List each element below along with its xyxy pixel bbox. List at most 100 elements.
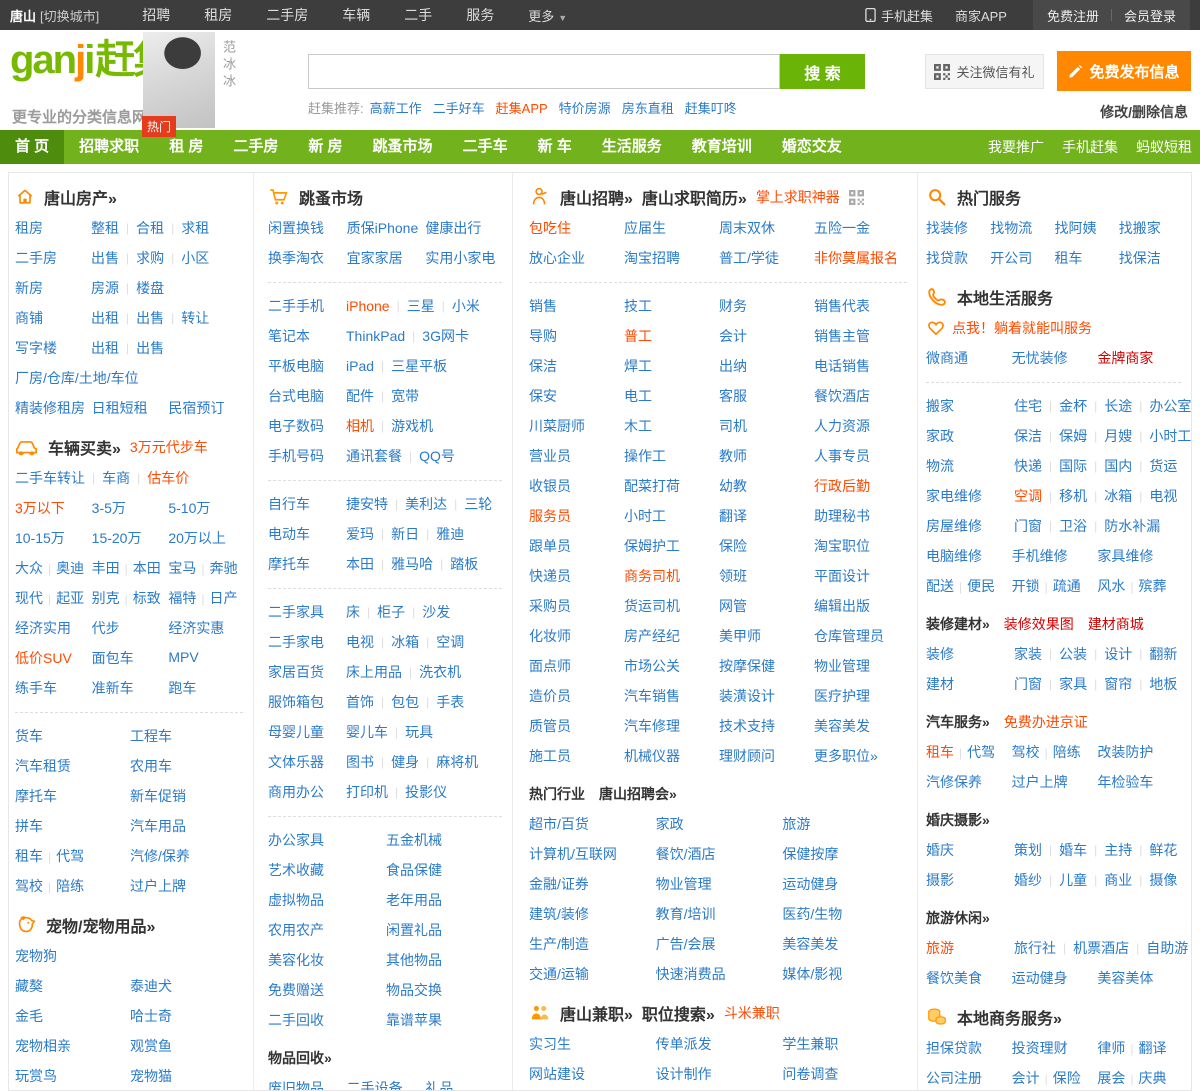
link[interactable]: 小时工 bbox=[1149, 426, 1191, 446]
link[interactable]: 美利达 bbox=[405, 494, 447, 514]
category-link[interactable]: 摩托车 bbox=[268, 554, 346, 574]
link[interactable]: 麻将机 bbox=[436, 752, 478, 772]
category-link[interactable]: 笔记本 bbox=[268, 326, 346, 346]
link[interactable]: 问卷调查 bbox=[782, 1066, 838, 1082]
link[interactable]: 地板 bbox=[1149, 674, 1177, 694]
link[interactable]: 美容美发 bbox=[782, 936, 838, 952]
link[interactable]: 代步 bbox=[92, 620, 120, 636]
link[interactable]: 长途 bbox=[1104, 396, 1132, 416]
link[interactable]: 物业管理 bbox=[814, 658, 870, 674]
link[interactable]: 代驾 bbox=[56, 848, 84, 864]
link[interactable]: 摩托车 bbox=[15, 788, 57, 804]
link[interactable]: 客服 bbox=[719, 388, 747, 404]
link[interactable]: 婚纱 bbox=[1014, 870, 1042, 890]
link[interactable]: 电脑维修 bbox=[926, 548, 982, 564]
section-title-link[interactable]: 婚庆摄影» bbox=[926, 810, 990, 830]
link[interactable]: 奥迪 bbox=[56, 560, 84, 576]
category-link[interactable]: 商铺 bbox=[15, 308, 91, 328]
section-title-link[interactable]: 装修效果图 bbox=[1004, 614, 1074, 634]
link[interactable]: 旅行社 bbox=[1014, 938, 1056, 958]
recommend-link[interactable]: 赶集叮咚 bbox=[685, 101, 737, 116]
link[interactable]: 办公室 bbox=[1149, 396, 1191, 416]
link[interactable]: 点我！躺着就能叫服务 bbox=[952, 318, 1092, 338]
link[interactable]: 宽带 bbox=[391, 386, 419, 406]
link[interactable]: 五险一金 bbox=[814, 220, 870, 236]
link[interactable]: 焊工 bbox=[624, 358, 652, 374]
link[interactable]: 幼教 bbox=[719, 478, 747, 494]
link[interactable]: 出租 bbox=[91, 338, 119, 358]
link[interactable]: 金牌商家 bbox=[1097, 350, 1153, 366]
link[interactable]: 二手设备 bbox=[347, 1080, 403, 1090]
link[interactable]: 小区 bbox=[181, 248, 209, 268]
section-title-link[interactable]: 跳蚤市场 bbox=[299, 185, 363, 209]
category-link[interactable]: 建材 bbox=[926, 674, 1014, 694]
link[interactable]: 收银员 bbox=[529, 478, 571, 494]
wechat-follow-button[interactable]: 关注微信有礼 bbox=[925, 54, 1044, 89]
link[interactable]: 汽修保养 bbox=[926, 774, 982, 790]
link[interactable]: 保洁 bbox=[1014, 426, 1042, 446]
link[interactable]: 策划 bbox=[1014, 840, 1042, 860]
link[interactable]: 周末双休 bbox=[719, 220, 775, 236]
section-title-link[interactable]: 唐山求职简历» bbox=[642, 185, 747, 209]
link[interactable]: iPad bbox=[346, 358, 374, 374]
link[interactable]: 网管 bbox=[719, 598, 747, 614]
link[interactable]: 川菜厨师 bbox=[529, 418, 585, 434]
link[interactable]: 普工 bbox=[624, 328, 652, 344]
link[interactable]: 餐饮酒店 bbox=[814, 388, 870, 404]
category-link[interactable]: 二手手机 bbox=[268, 296, 346, 316]
link[interactable]: 新日 bbox=[391, 524, 419, 544]
link[interactable]: 3G网卡 bbox=[422, 326, 469, 346]
link[interactable]: 藏獒 bbox=[15, 978, 43, 994]
link[interactable]: 领班 bbox=[719, 568, 747, 584]
section-title-link[interactable]: 热门服务 bbox=[957, 185, 1021, 209]
link[interactable]: 踏板 bbox=[450, 554, 478, 574]
link[interactable]: 手表 bbox=[436, 692, 464, 712]
link[interactable]: 汽修/保养 bbox=[130, 848, 190, 864]
link[interactable]: 销售 bbox=[529, 298, 557, 314]
topbar-menu-item[interactable]: 车辆 bbox=[342, 7, 370, 23]
section-title-link[interactable]: 汽车服务» bbox=[926, 712, 990, 732]
link[interactable]: 驾校 bbox=[1012, 744, 1040, 760]
link[interactable]: 司机 bbox=[719, 418, 747, 434]
link[interactable]: 机票酒店 bbox=[1073, 938, 1129, 958]
category-link[interactable]: 房屋维修 bbox=[926, 516, 1014, 536]
link[interactable]: 网站建设 bbox=[529, 1066, 585, 1082]
link[interactable]: 金融/证券 bbox=[529, 876, 589, 892]
link[interactable]: 15-20万 bbox=[92, 530, 142, 546]
link[interactable]: 礼品 bbox=[425, 1080, 453, 1090]
section-title-link[interactable]: 掌上求职神器 bbox=[756, 187, 840, 207]
link[interactable]: 家具维修 bbox=[1097, 548, 1153, 564]
section-title-link[interactable]: 热门行业 bbox=[529, 784, 585, 804]
section-title-link[interactable]: 旅游休闲» bbox=[926, 908, 990, 928]
more-menu[interactable]: 更多 ▼ bbox=[528, 6, 567, 25]
section-title-link[interactable]: 斗米兼职 bbox=[724, 1003, 780, 1023]
link[interactable]: 技术支持 bbox=[719, 718, 775, 734]
category-link[interactable]: 写字楼 bbox=[15, 338, 91, 358]
category-link[interactable]: 服饰箱包 bbox=[268, 692, 346, 712]
link[interactable]: 宜家家居 bbox=[347, 250, 403, 266]
category-link[interactable]: 摄影 bbox=[926, 870, 1014, 890]
link[interactable]: 更多职位» bbox=[814, 748, 878, 764]
link[interactable]: 找保洁 bbox=[1119, 250, 1161, 266]
link[interactable]: 办公家具 bbox=[268, 832, 324, 848]
link[interactable]: 造价员 bbox=[529, 688, 571, 704]
link[interactable]: 估车价 bbox=[147, 468, 189, 488]
section-title-link[interactable]: 唐山房产» bbox=[44, 185, 117, 209]
section-title-link[interactable]: 宠物/宠物用品» bbox=[46, 913, 155, 937]
link[interactable]: 财务 bbox=[719, 298, 747, 314]
link[interactable]: 出售 bbox=[136, 308, 164, 328]
link[interactable]: 机械仪器 bbox=[624, 748, 680, 764]
link[interactable]: 学生兼职 bbox=[782, 1036, 838, 1052]
link[interactable]: 闲置换钱 bbox=[268, 220, 324, 236]
link[interactable]: 现代 bbox=[15, 590, 43, 606]
link[interactable]: 电视 bbox=[346, 632, 374, 652]
link[interactable]: 打印机 bbox=[346, 782, 388, 802]
link[interactable]: 泰迪犬 bbox=[130, 978, 172, 994]
link[interactable]: 运动健身 bbox=[1012, 970, 1068, 986]
link[interactable]: 三星 bbox=[407, 296, 435, 316]
category-link[interactable]: 新房 bbox=[15, 278, 91, 298]
link[interactable]: 找物流 bbox=[990, 220, 1032, 236]
link[interactable]: 配菜打荷 bbox=[624, 478, 680, 494]
link[interactable]: 练手车 bbox=[15, 680, 57, 696]
link[interactable]: 虚拟物品 bbox=[268, 892, 324, 908]
